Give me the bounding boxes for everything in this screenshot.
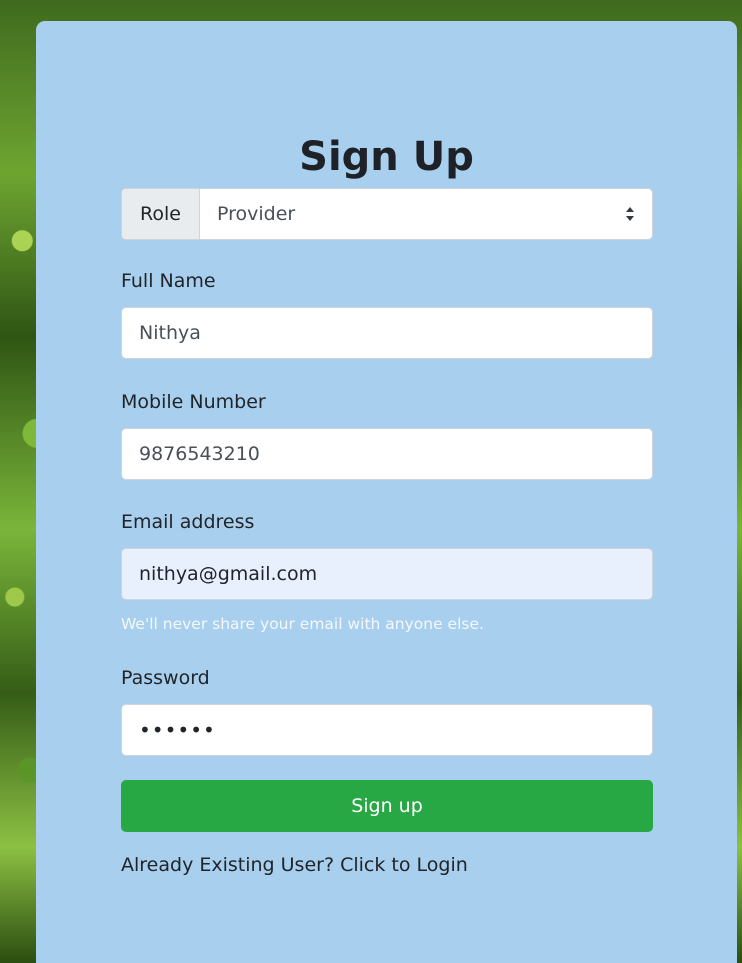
select-arrows-icon xyxy=(626,207,634,221)
page-background: Sign Up Role Provider Full Name Nithya M… xyxy=(0,0,742,963)
signup-card: Sign Up Role Provider Full Name Nithya M… xyxy=(36,21,737,963)
email-help-text: We'll never share your email with anyone… xyxy=(121,615,484,633)
password-input[interactable]: •••••• xyxy=(121,704,653,756)
role-input-group: Role Provider xyxy=(121,188,653,240)
password-value: •••••• xyxy=(139,718,216,742)
mobile-number-label: Mobile Number xyxy=(121,391,266,413)
login-link[interactable]: Already Existing User? Click to Login xyxy=(121,853,468,877)
password-label: Password xyxy=(121,667,210,689)
mobile-number-value: 9876543210 xyxy=(139,443,260,465)
role-select[interactable]: Provider xyxy=(200,189,652,239)
page-title: Sign Up xyxy=(299,134,474,180)
email-input[interactable]: nithya@gmail.com xyxy=(121,548,653,600)
full-name-label: Full Name xyxy=(121,270,216,292)
signup-button[interactable]: Sign up xyxy=(121,780,653,832)
full-name-input[interactable]: Nithya xyxy=(121,307,653,359)
mobile-number-input[interactable]: 9876543210 xyxy=(121,428,653,480)
full-name-value: Nithya xyxy=(139,322,201,344)
email-value: nithya@gmail.com xyxy=(139,563,318,585)
role-addon-label: Role xyxy=(122,189,200,239)
email-label: Email address xyxy=(121,511,255,533)
role-selected-value: Provider xyxy=(217,203,296,225)
